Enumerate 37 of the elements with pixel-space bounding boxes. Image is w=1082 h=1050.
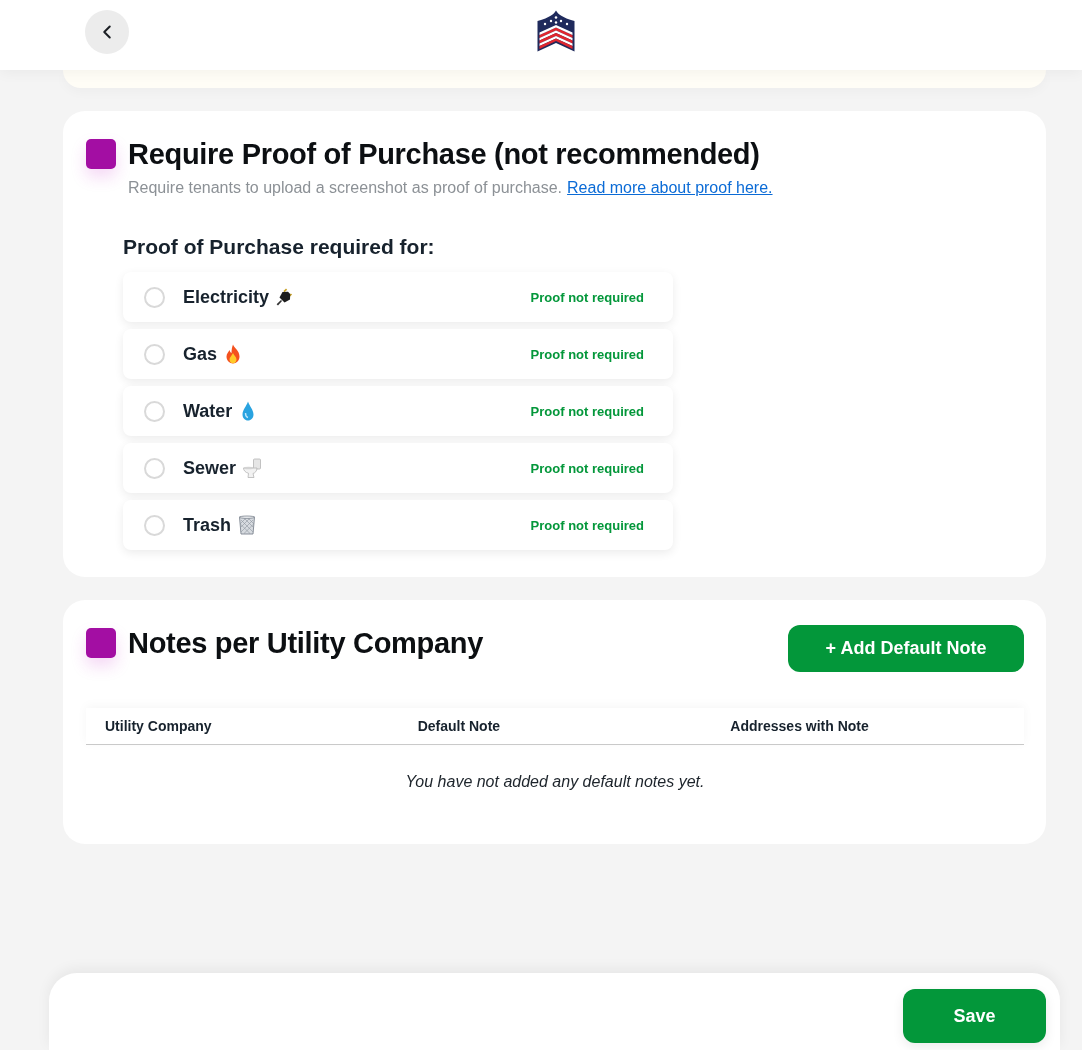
- column-header: Addresses with Note: [729, 718, 870, 734]
- radio-button[interactable]: [144, 400, 165, 422]
- description-text: Require tenants to upload a screenshot as proof of purchase.: [128, 179, 563, 196]
- proof-status: Proof not required: [530, 460, 644, 476]
- toilet-icon: [242, 458, 263, 478]
- utility-option[interactable]: Sewer Proof not required: [123, 443, 673, 493]
- back-button[interactable]: [85, 10, 129, 54]
- utility-option[interactable]: Water Proof not required: [123, 386, 673, 436]
- radio-button[interactable]: [144, 286, 165, 308]
- square-marker-icon: [86, 139, 116, 169]
- column-header: Utility Company: [104, 718, 213, 734]
- section-title: Notes per Utility Company: [128, 626, 484, 660]
- proof-status: Proof not required: [530, 346, 644, 362]
- chevron-stars-logo: [537, 10, 575, 52]
- save-button[interactable]: Save: [903, 989, 1046, 1043]
- utility-name: Water: [183, 400, 233, 422]
- add-default-note-button[interactable]: + Add Default Note: [788, 625, 1024, 672]
- radio-button[interactable]: [144, 457, 165, 479]
- radio-button[interactable]: [144, 514, 165, 536]
- read-more-link[interactable]: Read more about proof here.: [567, 179, 773, 196]
- radio-button[interactable]: [144, 343, 165, 365]
- utility-option[interactable]: Gas Proof not required: [123, 329, 673, 379]
- subheading: Proof of Purchase required for:: [123, 234, 436, 260]
- utility-name: Gas: [183, 343, 218, 365]
- proof-status: Proof not required: [530, 289, 644, 305]
- utility-name: Trash: [183, 514, 232, 536]
- utility-name: Electricity: [183, 286, 270, 308]
- utility-option[interactable]: Electricity Proof not required: [123, 272, 673, 322]
- utility-option[interactable]: Trash Proof not required: [123, 500, 673, 550]
- empty-message: You have not added any default notes yet.: [404, 772, 706, 792]
- proof-status: Proof not required: [530, 517, 644, 533]
- wastebasket-icon: [237, 515, 258, 535]
- column-header: Default Note: [416, 718, 502, 734]
- square-marker-icon: [86, 628, 116, 658]
- utility-name: Sewer: [183, 457, 237, 479]
- proof-status: Proof not required: [530, 403, 644, 419]
- section-title: Require Proof of Purchase (not recommended): [128, 137, 760, 171]
